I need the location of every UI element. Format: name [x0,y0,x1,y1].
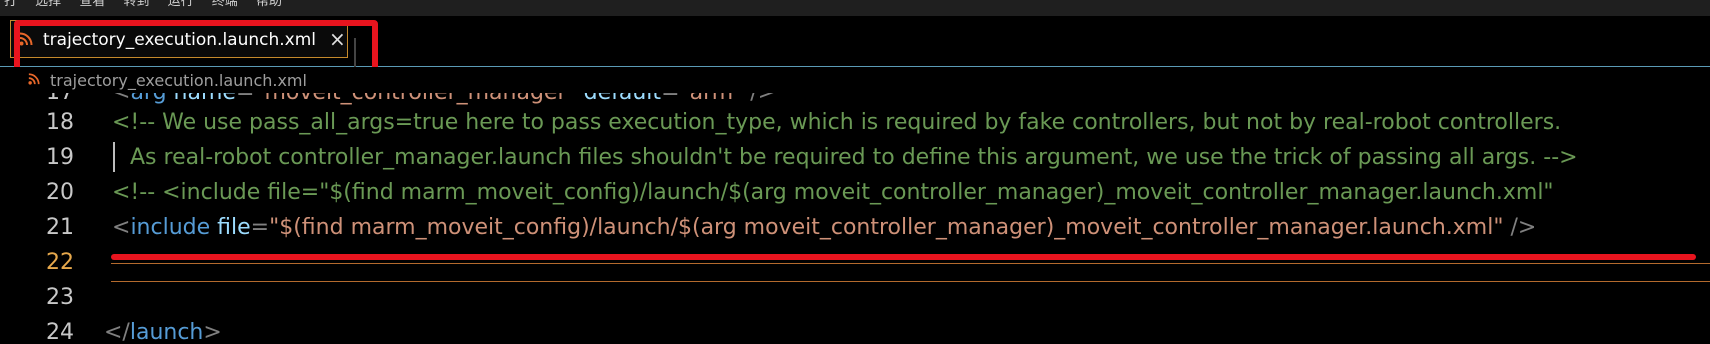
menu-item-run[interactable]: 运行 [168,0,194,9]
code-editor[interactable]: 17 <arg name="moveit_controller_manager"… [0,93,1710,344]
tag-close: > [203,320,222,344]
attr-name: name [174,93,236,105]
equals: = [250,215,270,240]
line-number: 19 [46,145,74,170]
tag-name: arg [130,93,166,105]
attr-name: default [584,93,661,105]
menu-item-terminal[interactable]: 终端 [212,0,238,9]
attr-name: file [217,215,251,240]
line-number: 21 [46,215,74,240]
breadcrumb: trajectory_execution.launch.xml [0,67,1710,93]
line-content: </launch> [104,315,222,344]
line-number: 20 [46,180,74,205]
code-line: 24 </launch> [0,315,1710,344]
tag-open: </ [104,320,130,344]
menu-item-selection[interactable]: 选择 [35,0,61,9]
code-line: 20 <!-- <include file="$(find marm_movei… [0,175,1710,210]
tag-close: /> [743,93,776,105]
comment-text: As real-robot controller_manager.launch … [130,145,1578,170]
attr-value: "arm" [680,93,744,105]
indent-guide [113,142,115,172]
tag-name: include [130,215,211,240]
comment-text: <!-- We use pass_all_args=true here to p… [112,110,1562,135]
code-line-active[interactable]: 22 [0,245,1710,280]
menu-item-view[interactable]: 查看 [79,0,105,9]
menu-item-go[interactable]: 转到 [123,0,149,9]
breadcrumb-file[interactable]: trajectory_execution.launch.xml [50,71,307,90]
attr-value: "moveit_controller_manager" [254,93,576,105]
comment-text: <!-- <include file="$(find marm_moveit_c… [112,180,1554,205]
code-line: 21 <include file="$(find marm_moveit_con… [0,210,1710,245]
line-number: 22 [46,250,74,275]
line-content: <include file="$(find marm_moveit_config… [112,210,1536,245]
code-line: 23 [0,280,1710,315]
tag-close: /> [1503,215,1537,240]
tag-name: launch [129,320,204,344]
tag-open: < [112,215,131,240]
editor-tab-bar: trajectory_execution.launch.xml × [0,16,1710,94]
line-number: 23 [46,285,74,310]
code-line: 18 <!-- We use pass_all_args=true here t… [0,105,1710,140]
menu-item-help[interactable]: 帮助 [256,0,282,9]
tag-open: < [112,93,130,105]
rss-icon [28,73,40,85]
menu-bar: 打 选择 查看 转到 运行 终端 帮助 [0,0,1710,16]
menu-item-file[interactable]: 打 [4,0,17,9]
line-number: 24 [46,320,74,344]
code-line: 19 As real-robot controller_manager.laun… [0,140,1710,175]
line-number: 18 [46,110,74,135]
attr-value: "$(find marm_moveit_config)/launch/$(arg… [269,215,1504,240]
